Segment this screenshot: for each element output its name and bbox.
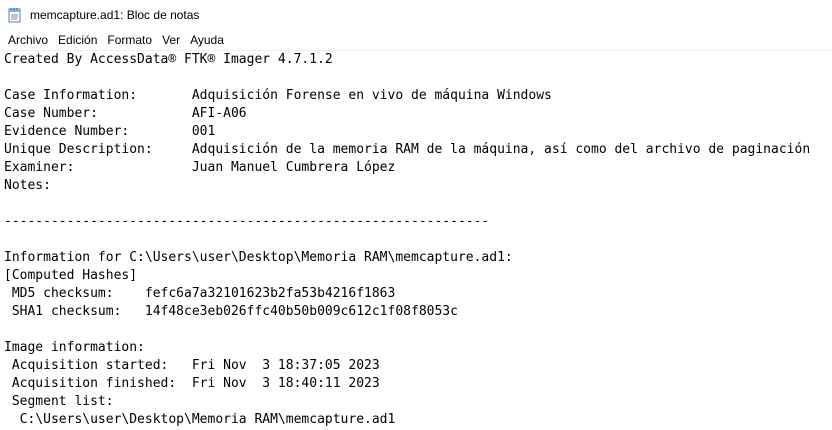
text-line: MD5 checksum: fefc6a7a32101623b2fa53b421… — [4, 286, 396, 301]
notepad-window: memcapture.ad1: Bloc de notas Archivo Ed… — [0, 0, 832, 430]
text-line: Acquisition started: Fri Nov 3 18:37:05 … — [4, 358, 380, 373]
window-title: memcapture.ad1: Bloc de notas — [30, 8, 200, 22]
menu-archivo[interactable]: Archivo — [3, 31, 53, 49]
text-line: Information for C:\Users\user\Desktop\Me… — [4, 250, 513, 265]
text-line: Notes: — [4, 178, 51, 193]
text-line: ----------------------------------------… — [4, 214, 490, 229]
text-line: Unique Description: Adquisición de la me… — [4, 142, 811, 157]
text-line: Segment list: — [4, 394, 114, 409]
menu-bar: Archivo Edición Formato Ver Ayuda — [0, 30, 832, 51]
text-line: Evidence Number: 001 — [4, 124, 216, 139]
text-editor-area[interactable]: Created By AccessData® FTK® Imager 4.7.1… — [0, 51, 832, 430]
menu-ver[interactable]: Ver — [157, 31, 185, 49]
editor-text[interactable]: Created By AccessData® FTK® Imager 4.7.1… — [4, 51, 832, 429]
menu-ayuda[interactable]: Ayuda — [185, 31, 229, 49]
text-line: Case Number: AFI-A06 — [4, 106, 247, 121]
text-line: Examiner: Juan Manuel Cumbrera López — [4, 160, 396, 175]
notepad-icon — [8, 7, 22, 23]
text-line: Created By AccessData® FTK® Imager 4.7.1… — [4, 52, 333, 67]
text-line: C:\Users\user\Desktop\Memoria RAM\memcap… — [4, 412, 396, 427]
text-line: Acquisition finished: Fri Nov 3 18:40:11… — [4, 376, 380, 391]
text-line: [Computed Hashes] — [4, 268, 138, 283]
text-line: SHA1 checksum: 14f48ce3eb026ffc40b50b009… — [4, 304, 458, 319]
text-line: Image information: — [4, 340, 145, 355]
title-bar[interactable]: memcapture.ad1: Bloc de notas — [0, 0, 832, 30]
menu-formato[interactable]: Formato — [102, 31, 157, 49]
menu-edicion[interactable]: Edición — [53, 31, 102, 49]
text-line: Case Information: Adquisición Forense en… — [4, 88, 552, 103]
